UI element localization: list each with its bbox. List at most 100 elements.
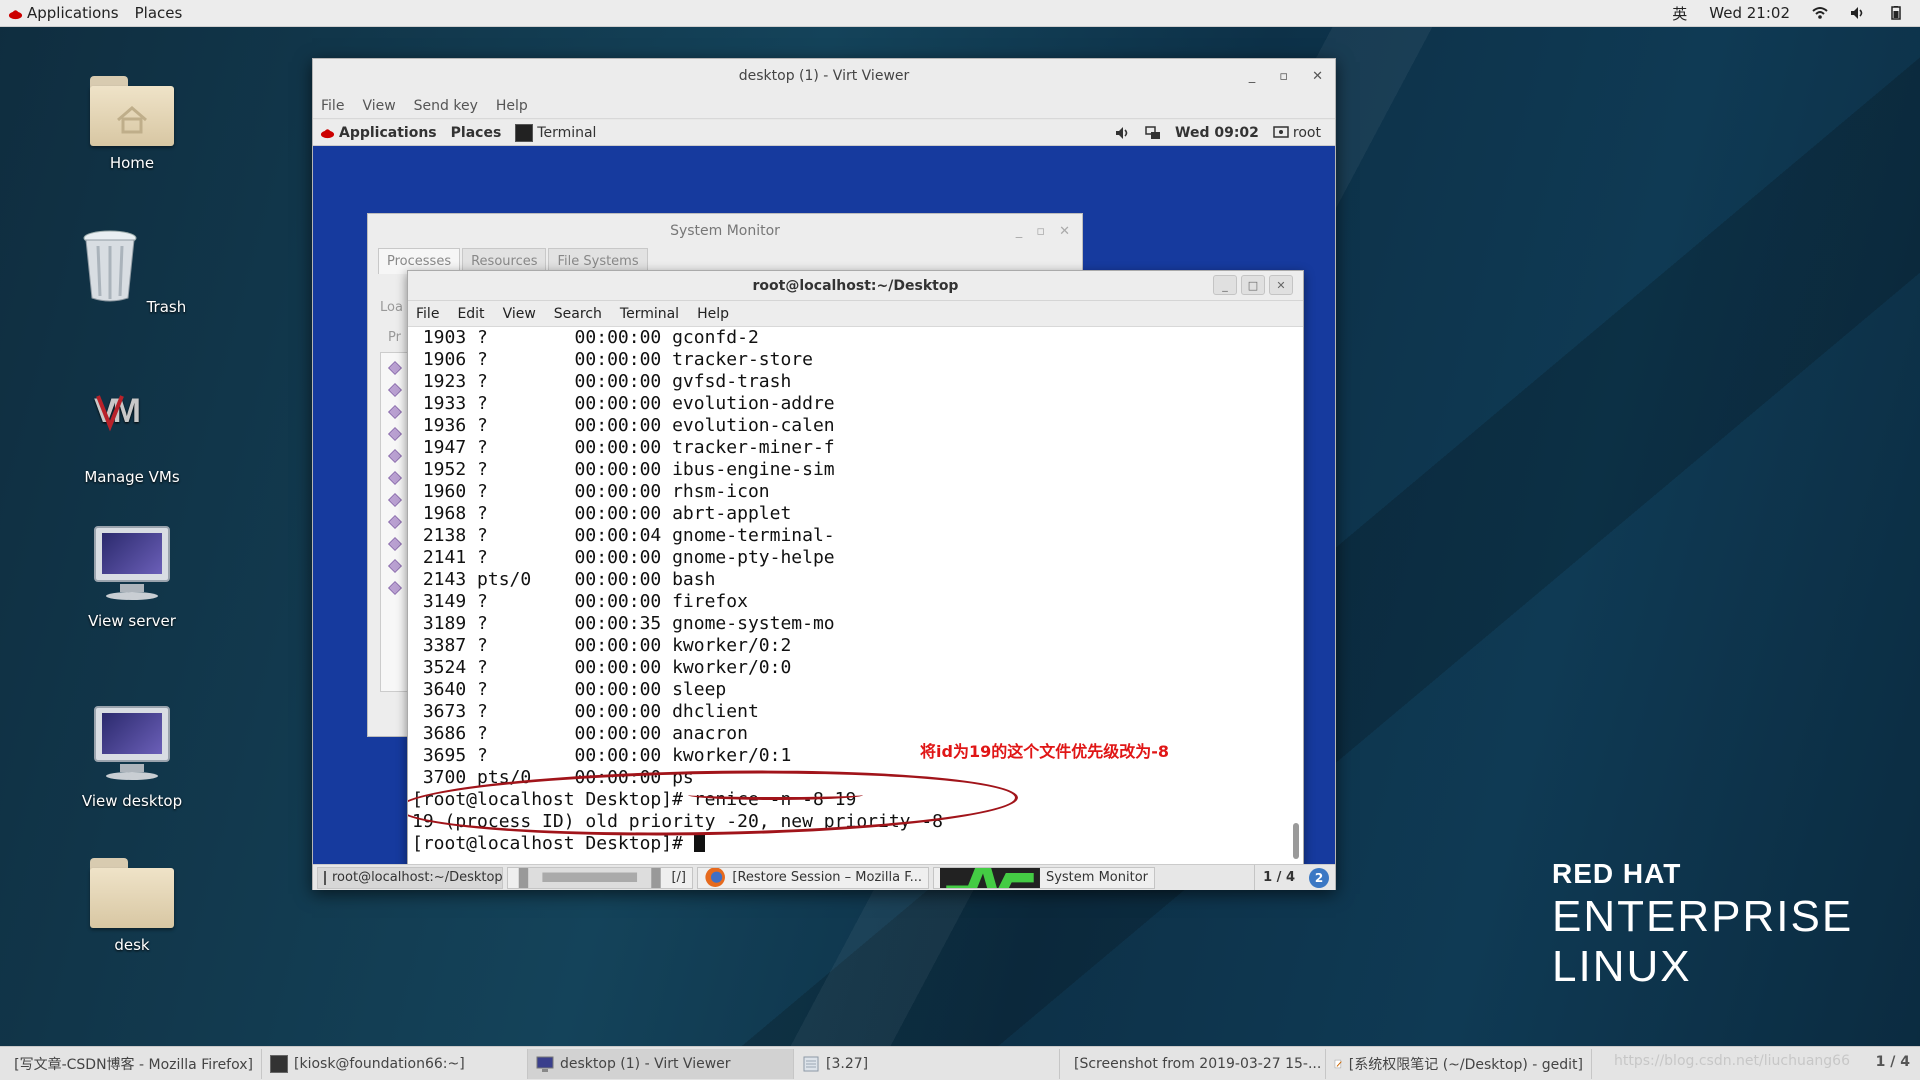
guest-task-label: [/] xyxy=(671,870,686,885)
desktop-icon-trash[interactable]: Trash xyxy=(67,226,197,316)
vm-logo-icon: VM xyxy=(94,392,144,432)
host-task-screenshot[interactable]: [Screenshot from 2019-03-27 15-... xyxy=(1060,1048,1326,1079)
menu-file[interactable]: File xyxy=(321,98,344,114)
desktop-icon-manage-vms[interactable]: VM Manage VMs xyxy=(67,386,197,486)
menu-edit[interactable]: Edit xyxy=(457,306,484,322)
desktop-icon-label: View server xyxy=(88,612,176,630)
input-method-indicator[interactable]: 英 xyxy=(1672,3,1687,24)
menu-file[interactable]: File xyxy=(416,306,439,322)
workspace-pager[interactable]: 1 / 4 xyxy=(1254,865,1303,890)
guest-terminal-menu[interactable]: Terminal xyxy=(508,123,603,142)
terminal-line: 3686 ? 00:00:00 anacron xyxy=(412,723,748,744)
volume-icon[interactable] xyxy=(1850,6,1866,20)
desktop-icon-view-server[interactable]: View server xyxy=(67,526,197,630)
guest-places-menu[interactable]: Places xyxy=(444,125,509,141)
firefox-icon xyxy=(705,867,725,888)
wifi-icon[interactable] xyxy=(1812,6,1828,20)
terminal-line: 3673 ? 00:00:00 dhclient xyxy=(412,701,759,722)
rhel-brand-logo: RED HAT ENTERPRISE LINUX xyxy=(1552,858,1853,992)
host-applications-menu[interactable]: Applications xyxy=(0,0,127,26)
network-icon[interactable] xyxy=(1145,125,1161,140)
menu-terminal[interactable]: Terminal xyxy=(620,306,679,322)
terminal-icon xyxy=(515,123,534,142)
terminal-line: 3524 ? 00:00:00 kworker/0:0 xyxy=(412,657,792,678)
host-places-menu[interactable]: Places xyxy=(127,0,191,26)
guest-task-files[interactable]: [/] xyxy=(507,866,693,889)
desktop-icon-desk[interactable]: desk xyxy=(67,858,197,954)
volume-icon[interactable] xyxy=(1115,126,1131,140)
virt-viewer-title: desktop (1) - Virt Viewer xyxy=(738,68,910,84)
host-top-bar: Applications Places 英 Wed 21:02 xyxy=(0,0,1920,27)
battery-icon[interactable] xyxy=(1888,6,1904,20)
virt-viewer-titlebar[interactable]: desktop (1) - Virt Viewer _ ▫ ✕ xyxy=(313,59,1335,93)
host-task-label: desktop (1) - Virt Viewer xyxy=(560,1055,731,1072)
menu-help[interactable]: Help xyxy=(697,306,729,322)
guest-applications-menu[interactable]: Applications xyxy=(313,125,444,141)
host-workspace-pager[interactable]: 1 / 4 xyxy=(1876,1054,1910,1070)
terminal-line: 1968 ? 00:00:00 abrt-applet xyxy=(412,503,792,524)
load-averages-label: Loa xyxy=(380,300,403,315)
user-menu[interactable]: root xyxy=(1273,125,1321,141)
terminal-line: 2143 pts/0 00:00:00 bash xyxy=(412,569,716,590)
host-task-firefox[interactable]: [写文章-CSDN博客 - Mozilla Firefox] xyxy=(0,1048,262,1079)
terminal-line: 19 (process ID) old priority -20, new pr… xyxy=(412,811,944,832)
close-icon[interactable]: ✕ xyxy=(1059,224,1070,239)
maximize-icon[interactable]: ▫ xyxy=(1279,69,1288,84)
close-icon[interactable]: ✕ xyxy=(1269,275,1293,295)
host-task-virt-viewer[interactable]: desktop (1) - Virt Viewer xyxy=(528,1048,794,1079)
guest-taskbar: root@localhost:~/Desktop [/] [Restore Se… xyxy=(313,864,1335,890)
desktop-icon-label: Home xyxy=(109,154,155,172)
desktop-icon-label: Trash xyxy=(146,298,187,316)
scrollbar-thumb[interactable] xyxy=(1293,823,1299,859)
redhat-icon xyxy=(320,129,335,139)
host-task-terminal[interactable]: [kiosk@foundation66:~] xyxy=(262,1048,528,1079)
maximize-icon[interactable]: □ xyxy=(1241,275,1265,295)
minimize-icon[interactable]: _ xyxy=(1249,69,1256,84)
host-task-label: [Screenshot from 2019-03-27 15-... xyxy=(1074,1055,1322,1072)
folder-icon xyxy=(90,858,174,928)
minimize-icon[interactable]: _ xyxy=(1213,275,1237,295)
host-clock[interactable]: Wed 21:02 xyxy=(1709,4,1790,22)
menu-search[interactable]: Search xyxy=(554,306,602,322)
monitor-icon xyxy=(92,706,172,784)
minimize-icon[interactable]: _ xyxy=(1016,224,1023,239)
guest-task-terminal[interactable]: root@localhost:~/Desktop xyxy=(317,866,503,889)
notification-badge[interactable]: 2 xyxy=(1309,867,1329,888)
menu-help[interactable]: Help xyxy=(496,98,528,114)
brand-line-2: ENTERPRISE xyxy=(1552,892,1854,941)
monitor-icon xyxy=(92,526,172,604)
maximize-icon[interactable]: ▫ xyxy=(1036,224,1045,239)
guest-applications-label: Applications xyxy=(339,124,437,141)
desktop-icon-view-desktop[interactable]: View desktop xyxy=(67,706,197,810)
desktop-icon-home[interactable]: Home xyxy=(67,76,197,172)
terminal-line: 3640 ? 00:00:00 sleep xyxy=(412,679,727,700)
process-list[interactable] xyxy=(380,352,410,692)
host-task-gedit[interactable]: [系统权限笔记 (~/Desktop) - gedit] xyxy=(1326,1048,1592,1079)
menu-view[interactable]: View xyxy=(503,306,536,322)
terminal-scrollbar[interactable] xyxy=(1289,327,1299,865)
process-column-header[interactable]: Pr xyxy=(388,330,401,345)
host-task-files[interactable]: [3.27] xyxy=(794,1048,1060,1079)
host-applications-label: Applications xyxy=(27,4,119,22)
terminal-window[interactable]: root@localhost:~/Desktop _ □ ✕ File Edit… xyxy=(407,270,1304,866)
system-monitor-title: System Monitor xyxy=(670,223,780,239)
terminal-titlebar[interactable]: root@localhost:~/Desktop _ □ ✕ xyxy=(408,271,1303,301)
terminal-line: 1952 ? 00:00:00 ibus-engine-sim xyxy=(412,459,835,480)
system-monitor-icon xyxy=(940,867,1040,888)
system-monitor-titlebar[interactable]: System Monitor _ ▫ ✕ xyxy=(368,214,1082,248)
trash-icon xyxy=(83,230,137,302)
terminal-line: 1933 ? 00:00:00 evolution-addre xyxy=(412,393,835,414)
home-folder-icon xyxy=(90,76,174,146)
guest-clock[interactable]: Wed 09:02 xyxy=(1175,125,1259,141)
menu-send-key[interactable]: Send key xyxy=(414,98,478,114)
user-icon xyxy=(1273,125,1289,138)
terminal-output[interactable]: 1903 ? 00:00:00 gconfd-2 1906 ? 00:00:00… xyxy=(408,327,1303,865)
guest-task-firefox[interactable]: [Restore Session – Mozilla F... xyxy=(697,866,929,889)
desktop-icon-label: Manage VMs xyxy=(84,468,180,486)
menu-view[interactable]: View xyxy=(362,98,395,114)
terminal-menubar: File Edit View Search Terminal Help xyxy=(408,301,1303,327)
terminal-line: 3189 ? 00:00:35 gnome-system-mo xyxy=(412,613,835,634)
close-icon[interactable]: ✕ xyxy=(1312,69,1323,84)
guest-display[interactable]: Applications Places Terminal Wed 09:02 r… xyxy=(313,120,1335,890)
guest-task-system-monitor[interactable]: System Monitor xyxy=(933,866,1155,889)
